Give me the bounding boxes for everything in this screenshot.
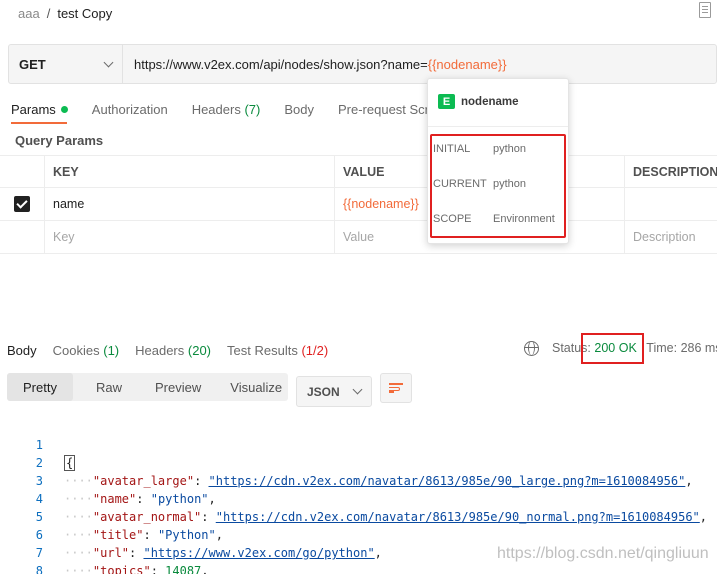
wrap-lines-button[interactable]	[380, 373, 412, 403]
tab-params-label: Params	[11, 101, 56, 117]
status-highlight-box	[581, 333, 644, 364]
json-number-value: 14087	[165, 564, 202, 574]
code-line: 3 ····"name": "python",	[0, 454, 717, 506]
popup-label: INITIAL	[433, 143, 471, 155]
tab-body-label: Body	[284, 101, 314, 117]
chevron-down-icon	[103, 57, 114, 67]
popup-row-scope: SCOPE Environment	[433, 213, 555, 225]
view-mode-control: Pretty Raw Preview Visualize	[7, 373, 288, 401]
popup-header: E nodename	[438, 94, 519, 109]
url-base: https://www.v2ex.com/api/nodes/show.json…	[134, 56, 428, 72]
json-key: "topics"	[92, 564, 151, 574]
table-row: name {{nodename}}	[0, 188, 717, 221]
tab-response-headers-label: Headers	[135, 342, 185, 358]
code-line: 2 ····"avatar_large": "https://cdn.v2ex.…	[0, 436, 717, 488]
tab-test-results-label: Test Results	[227, 342, 298, 358]
url-variable[interactable]: {{nodename}}	[428, 57, 507, 72]
table-header-row: KEY VALUE DESCRIPTION	[0, 155, 717, 188]
popup-row-current: CURRENT python	[433, 178, 526, 190]
popup-value: python	[493, 143, 527, 155]
popup-divider	[428, 126, 568, 127]
breadcrumb-parent[interactable]: aaa	[18, 6, 40, 21]
column-header-key: KEY	[44, 156, 334, 187]
popup-label: SCOPE	[433, 213, 472, 225]
column-header-description: DESCRIPTION	[624, 156, 717, 187]
view-preview-button[interactable]: Preview	[155, 380, 201, 395]
tab-params[interactable]: Params	[11, 102, 68, 117]
param-enabled-checkbox[interactable]	[14, 196, 30, 212]
wrap-lines-icon	[389, 383, 403, 393]
tab-test-results-count: (1/2)	[301, 342, 329, 358]
tab-pre-request-label: Pre-request Scr	[337, 101, 430, 117]
breadcrumb-separator: /	[46, 5, 51, 21]
popup-value: Environment	[493, 213, 555, 225]
tab-test-results[interactable]: Test Results (1/2)	[227, 343, 328, 358]
environment-badge-icon: E	[438, 94, 455, 109]
header-check-cell	[0, 156, 44, 187]
code-line: 1 {	[0, 418, 717, 471]
method-label: GET	[19, 56, 46, 72]
response-tabs: Body Cookies (1) Headers (20) Test Resul…	[0, 342, 344, 358]
tab-response-headers[interactable]: Headers (20)	[135, 343, 211, 358]
code-line: 6 ····"url": "https://www.v2ex.com/go/py…	[0, 508, 717, 560]
popup-label: CURRENT	[433, 178, 487, 190]
empty-check-cell	[0, 221, 44, 253]
chevron-down-icon	[352, 384, 363, 395]
view-pretty-button[interactable]: Pretty	[7, 373, 73, 401]
tab-headers[interactable]: Headers (7)	[192, 102, 261, 117]
globe-icon[interactable]	[524, 341, 539, 356]
popup-value[interactable]: python	[493, 178, 526, 190]
tab-pre-request-script[interactable]: Pre-request Scr	[338, 102, 429, 117]
variable-popup: E nodename INITIAL python CURRENT python…	[427, 78, 569, 244]
breadcrumb: aaa / test Copy	[18, 4, 112, 22]
line-number: 8	[35, 564, 43, 574]
method-select[interactable]: GET	[9, 45, 123, 83]
row-check-cell	[0, 188, 44, 220]
tab-headers-count: (7)	[244, 101, 261, 117]
active-tab-indicator	[11, 122, 67, 124]
popup-row-initial: INITIAL python	[433, 143, 526, 155]
tab-response-body[interactable]: Body	[7, 343, 37, 358]
tab-cookies[interactable]: Cookies (1)	[53, 343, 119, 358]
view-visualize-button[interactable]: Visualize	[230, 380, 282, 395]
code-line: 4 ····"avatar_normal": "https://cdn.v2ex…	[0, 472, 717, 524]
params-active-dot	[60, 105, 68, 113]
time-label: Time:	[646, 341, 678, 355]
breadcrumb-current[interactable]: test Copy	[57, 6, 112, 21]
time-value[interactable]: 286 ms	[681, 341, 717, 355]
code-line: 5 ····"title": "Python",	[0, 490, 717, 542]
response-body-viewer[interactable]: 1 { 2 ····"avatar_large": "https://cdn.v…	[0, 418, 717, 574]
tab-authorization[interactable]: Authorization	[92, 102, 168, 117]
tab-body[interactable]: Body	[284, 102, 314, 117]
code-line: 7 ····"topics": 14087,	[0, 526, 717, 574]
param-description-cell[interactable]	[624, 188, 717, 220]
tab-response-headers-count: (20)	[187, 342, 212, 358]
new-key-input[interactable]: Key	[44, 221, 334, 253]
tab-cookies-count: (1)	[103, 342, 120, 358]
watermark: https://blog.csdn.net/qingliuun	[497, 545, 709, 562]
view-raw-button[interactable]: Raw	[96, 380, 122, 395]
documentation-icon[interactable]	[699, 2, 711, 18]
popup-variable-name: nodename	[461, 95, 519, 108]
new-description-input[interactable]: Description	[624, 221, 717, 253]
tab-headers-label: Headers	[191, 101, 241, 117]
query-params-title: Query Params	[15, 133, 104, 148]
request-url-bar: GET https://www.v2ex.com/api/nodes/show.…	[8, 44, 717, 84]
format-select[interactable]: JSON	[296, 376, 372, 407]
param-key-cell[interactable]: name	[44, 188, 334, 220]
tab-authorization-label: Authorization	[91, 101, 168, 117]
query-params-table: KEY VALUE DESCRIPTION name {{nodename}} …	[0, 155, 717, 254]
table-row-empty: Key Value Description	[0, 221, 717, 254]
tab-cookies-label: Cookies	[52, 342, 100, 358]
format-label: JSON	[307, 384, 340, 399]
tab-response-body-label: Body	[7, 342, 37, 358]
